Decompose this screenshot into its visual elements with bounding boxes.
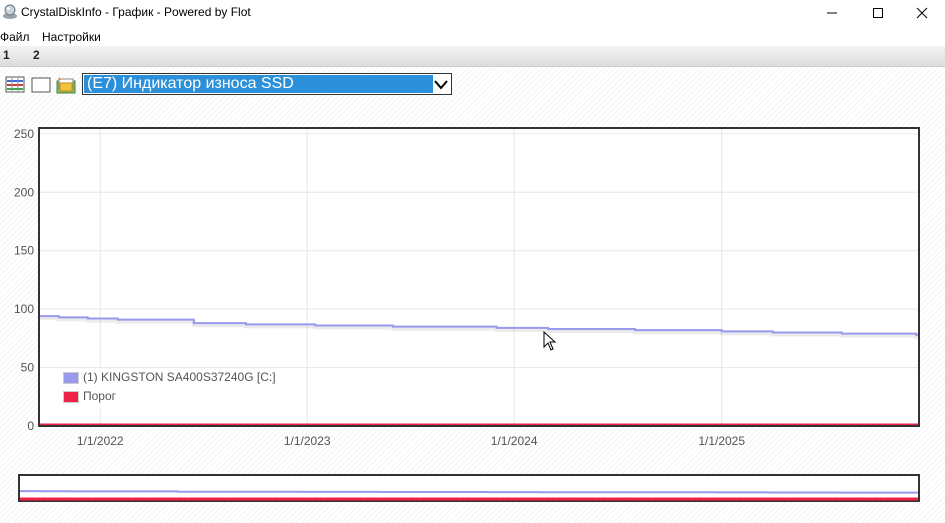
crystaldiskinfo-app-icon [3,4,17,19]
graph-icon [5,76,25,93]
legend-label: (1) KINGSTON SA400S37240G [C:] [83,370,276,384]
graph-button[interactable] [5,76,25,94]
tab-2[interactable]: 2 [33,48,40,62]
x-tick-label: 1/1/2023 [284,434,331,448]
title-bar: CrystalDiskInfo - График - Powered by Fl… [0,0,945,26]
tab-1[interactable]: 1 [3,48,10,62]
y-tick-label: 200 [14,185,34,199]
menu-file[interactable]: Файл [0,30,30,44]
attribute-select-value: (E7) Индикатор износа SSD [84,75,433,93]
y-tick-label: 250 [14,127,34,141]
x-tick-label: 1/1/2024 [491,434,538,448]
close-button[interactable] [899,0,945,26]
y-tick-label: 150 [14,244,34,258]
mouse-cursor [543,331,557,351]
maximize-icon [873,8,883,18]
folder-icon [56,77,76,94]
y-tick-label: 50 [21,361,35,375]
folder-button[interactable] [56,76,76,94]
legend-swatch [63,391,79,403]
tab-strip: 1 2 [0,46,945,67]
chart-legend: (1) KINGSTON SA400S37240G [C:] Порог [61,369,291,409]
close-icon [916,7,928,19]
chevron-down-icon[interactable] [433,76,449,92]
blank-icon [31,77,51,93]
menu-bar: Файл Настройки [0,28,945,46]
window-title: CrystalDiskInfo - График - Powered by Fl… [21,5,251,19]
smart-attribute-chart: 0 50 100 150 200 250 1/1/2022 1/1/2023 1/1/2024… [14,127,920,448]
attribute-select[interactable]: (E7) Индикатор износа SSD [82,73,452,95]
minimize-button[interactable] [809,0,855,26]
y-tick-label: 0 [27,419,34,433]
legend-label: Порог [83,389,117,403]
minimize-icon [827,12,837,14]
legend-swatch [63,372,79,384]
overview-chart[interactable] [18,474,923,504]
blank-button[interactable] [31,76,51,94]
x-tick-label: 1/1/2022 [77,434,124,448]
y-tick-label: 100 [14,302,34,316]
x-tick-label: 1/1/2025 [698,434,745,448]
maximize-button[interactable] [855,0,901,26]
menu-settings[interactable]: Настройки [42,30,101,44]
